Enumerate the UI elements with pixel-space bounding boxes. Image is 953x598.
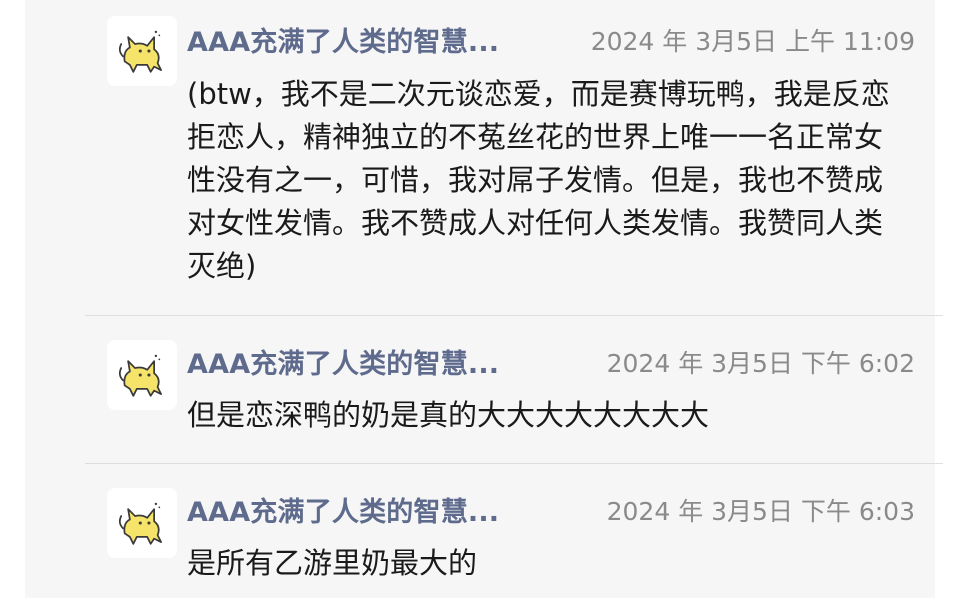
comment-text: (btw，我不是二次元谈恋爱，而是赛博玩鸭，我是反恋拒恋人，精神独立的不菟丝花的…: [187, 77, 890, 283]
comment-text: 是所有乙游里奶最大的: [187, 546, 478, 580]
comment-header: AAA充满了人类的智慧... 2024 年 3月5日 上午 11:09: [187, 20, 915, 60]
comment-list: AAA充满了人类的智慧... 2024 年 3月5日 上午 11:09 (btw…: [25, 0, 943, 598]
avatar[interactable]: [107, 488, 177, 558]
comment-header: AAA充满了人类的智慧... 2024 年 3月5日 下午 6:02: [187, 342, 915, 382]
comment-page: AAA充满了人类的智慧... 2024 年 3月5日 上午 11:09 (btw…: [0, 0, 953, 598]
comment-header: AAA充满了人类的智慧... 2024 年 3月5日 下午 6:03: [187, 490, 915, 530]
divider: [85, 463, 943, 464]
avatar[interactable]: [107, 340, 177, 410]
timestamp: 2024 年 3月5日 下午 6:03: [606, 497, 915, 526]
comment-text: 但是恋深鸭的奶是真的大大大大大大大大: [187, 398, 710, 432]
yellow-cat-icon: [118, 30, 162, 73]
author-name[interactable]: AAA充满了人类的智慧...: [187, 490, 499, 529]
yellow-cat-icon: [118, 502, 162, 545]
yellow-cat-icon: [118, 354, 162, 397]
avatar[interactable]: [107, 16, 177, 86]
divider: [85, 315, 943, 316]
author-name[interactable]: AAA充满了人类的智慧...: [187, 342, 499, 381]
author-name[interactable]: AAA充满了人类的智慧...: [187, 20, 499, 59]
timestamp: 2024 年 3月5日 下午 6:02: [606, 349, 915, 378]
timestamp: 2024 年 3月5日 上午 11:09: [590, 27, 915, 56]
